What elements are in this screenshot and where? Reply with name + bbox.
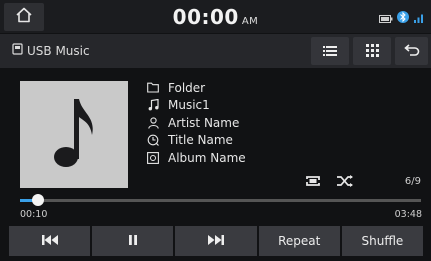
play-mode-indicators <box>304 173 354 192</box>
shuffle-icon[interactable] <box>336 173 354 192</box>
signal-icon <box>413 9 425 28</box>
list-icon <box>323 42 337 61</box>
music-note-icon <box>52 95 96 175</box>
source-bar: USB Music <box>0 34 431 68</box>
back-icon <box>403 42 420 61</box>
album-icon <box>146 151 160 165</box>
grid-menu-icon <box>365 42 379 61</box>
total-time: 03:48 <box>394 209 422 220</box>
clock: 00:00 AM <box>0 5 431 29</box>
bluetooth-icon <box>397 9 409 28</box>
pause-button[interactable] <box>92 226 174 256</box>
previous-button[interactable] <box>9 226 91 256</box>
person-icon <box>146 116 160 130</box>
folder-name: Folder <box>168 80 206 95</box>
playback-controls: Repeat Shuffle <box>9 226 424 256</box>
music-note-small-icon <box>146 98 160 112</box>
previous-icon <box>41 234 59 249</box>
source-indicator: USB Music <box>12 43 90 58</box>
clock-time: 00:00 <box>172 5 239 29</box>
track-count: 6/9 <box>404 176 421 187</box>
status-icons <box>379 9 425 28</box>
pause-icon <box>128 234 138 249</box>
artist-name: Artist Name <box>168 115 240 130</box>
progress-slider[interactable] <box>20 194 421 206</box>
album-art <box>20 81 128 188</box>
folder-row: Folder <box>146 79 246 97</box>
status-bar: 00:00 AM <box>0 0 431 33</box>
repeat-button[interactable]: Repeat <box>258 226 340 256</box>
playlist-button[interactable] <box>311 37 349 65</box>
battery-icon <box>379 9 393 28</box>
song-name: Music1 <box>168 98 210 113</box>
folder-icon <box>146 81 160 95</box>
track-info: Folder Music1 Artist Name Title Name Alb… <box>146 79 246 167</box>
artist-row: Artist Name <box>146 114 246 132</box>
clock-ampm: AM <box>241 16 259 27</box>
elapsed-time: 00:10 <box>20 209 48 220</box>
back-button[interactable] <box>395 37 428 65</box>
title-icon <box>146 133 160 147</box>
album-row: Album Name <box>146 149 246 167</box>
song-row: Music1 <box>146 97 246 115</box>
next-button[interactable] <box>175 226 257 256</box>
usb-icon <box>12 43 23 58</box>
repeat-icon[interactable] <box>304 173 322 192</box>
album-name: Album Name <box>168 150 246 165</box>
media-player-screen: 00:00 AM USB Music Folder Music1 Artist … <box>0 0 431 261</box>
next-icon <box>207 234 225 249</box>
source-label: USB Music <box>27 43 90 58</box>
shuffle-button[interactable]: Shuffle <box>341 226 424 256</box>
title-name: Title Name <box>168 133 233 148</box>
menu-button[interactable] <box>353 37 391 65</box>
title-row: Title Name <box>146 132 246 150</box>
progress-handle[interactable] <box>31 194 44 206</box>
